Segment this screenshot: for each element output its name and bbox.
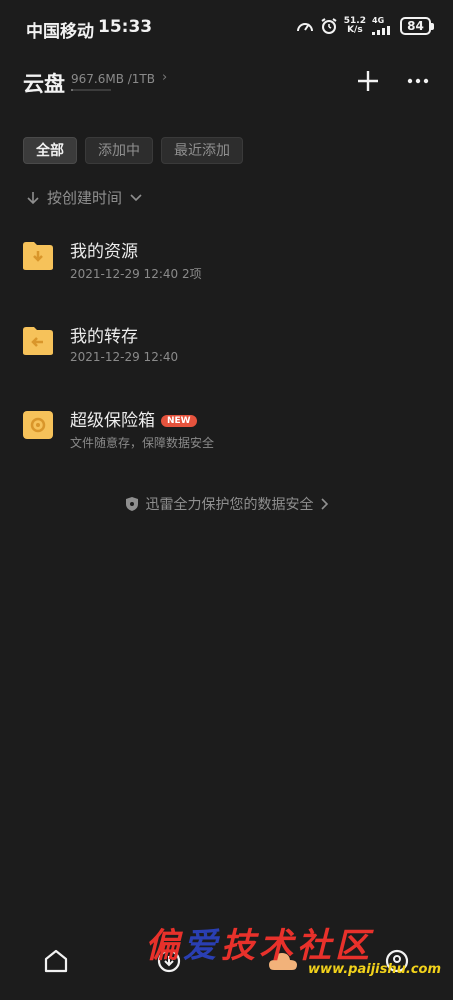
filter-recent[interactable]: 最近添加 [161, 137, 243, 164]
nav-profile[interactable] [380, 944, 414, 978]
header: 云盘 967.6MB /1TB › [0, 60, 453, 104]
item-name: 超级保险箱 NEW [70, 406, 197, 431]
download-circle-icon [157, 949, 181, 973]
network-speed: 51.2 K/s [344, 17, 366, 35]
chevron-down-icon [130, 193, 142, 201]
item-name: 我的资源 [70, 242, 138, 262]
item-meta: 2021-12-29 12:40 [70, 350, 179, 364]
clock-time: 15:33 [98, 17, 153, 37]
chevron-right-icon [320, 498, 328, 510]
storage-usage[interactable]: 967.6MB /1TB [71, 72, 155, 86]
signal-bars-icon [372, 26, 390, 35]
download-folder-icon [23, 242, 53, 270]
filter-all[interactable]: 全部 [23, 137, 77, 164]
status-bar: 中国移动 15:33 51.2 K/s 4G 84 [0, 0, 453, 56]
list-item-my-transfers[interactable]: 我的转存 2021-12-29 12:40 [0, 318, 453, 388]
battery-indicator: 84 [400, 17, 434, 35]
more-dots-icon [407, 78, 429, 84]
arrow-down-icon [27, 191, 39, 204]
filter-chips: 全部 添加中 最近添加 [23, 137, 243, 164]
nav-cloud[interactable] [266, 944, 300, 978]
home-icon [44, 949, 68, 973]
status-right: 51.2 K/s 4G 84 [296, 17, 434, 35]
list-item-my-resources[interactable]: 我的资源 2021-12-29 12:40 2项 [0, 233, 453, 303]
network-type: 4G [372, 16, 385, 25]
safe-icon [23, 411, 53, 439]
item-meta: 文件随意存，保障数据安全 [70, 436, 215, 450]
sort-selector[interactable]: 按创建时间 [27, 187, 142, 208]
security-note[interactable]: 迅雷全力保护您的数据安全 [0, 494, 453, 514]
cell-signal: 4G [372, 17, 394, 35]
speedometer-icon [296, 23, 313, 32]
nav-downloads[interactable] [152, 944, 186, 978]
cloud-icon [269, 953, 297, 970]
alarm-icon [321, 18, 337, 34]
storage-chevron-icon[interactable]: › [162, 70, 167, 85]
more-button[interactable] [401, 64, 435, 98]
storage-progress-fill [71, 89, 73, 91]
item-name: 我的转存 [70, 327, 138, 347]
carrier-label: 中国移动 [26, 22, 94, 42]
page-title: 云盘 [23, 72, 65, 96]
security-note-text: 迅雷全力保护您的数据安全 [145, 497, 314, 513]
add-button[interactable] [351, 64, 385, 98]
status-left: 中国移动 15:33 [26, 17, 152, 42]
app-root: 中国移动 15:33 51.2 K/s 4G 84 云盘 967.6MB /1T… [0, 0, 453, 1000]
plus-icon [358, 71, 378, 91]
new-badge: NEW [161, 415, 197, 427]
profile-icon [385, 949, 409, 973]
battery-level: 84 [407, 19, 424, 33]
bottom-nav [0, 920, 453, 1000]
nav-home[interactable] [39, 944, 73, 978]
storage-progress-bar [71, 89, 111, 91]
shield-icon [125, 497, 138, 511]
sort-label: 按创建时间 [47, 189, 123, 207]
list-item-super-safe[interactable]: 超级保险箱 NEW 文件随意存，保障数据安全 [0, 402, 453, 472]
item-meta: 2021-12-29 12:40 2项 [70, 267, 202, 281]
transfer-folder-icon [23, 327, 53, 355]
speed-unit: K/s [347, 25, 363, 35]
item-name-text: 超级保险箱 [70, 411, 155, 431]
filter-adding[interactable]: 添加中 [85, 137, 153, 164]
